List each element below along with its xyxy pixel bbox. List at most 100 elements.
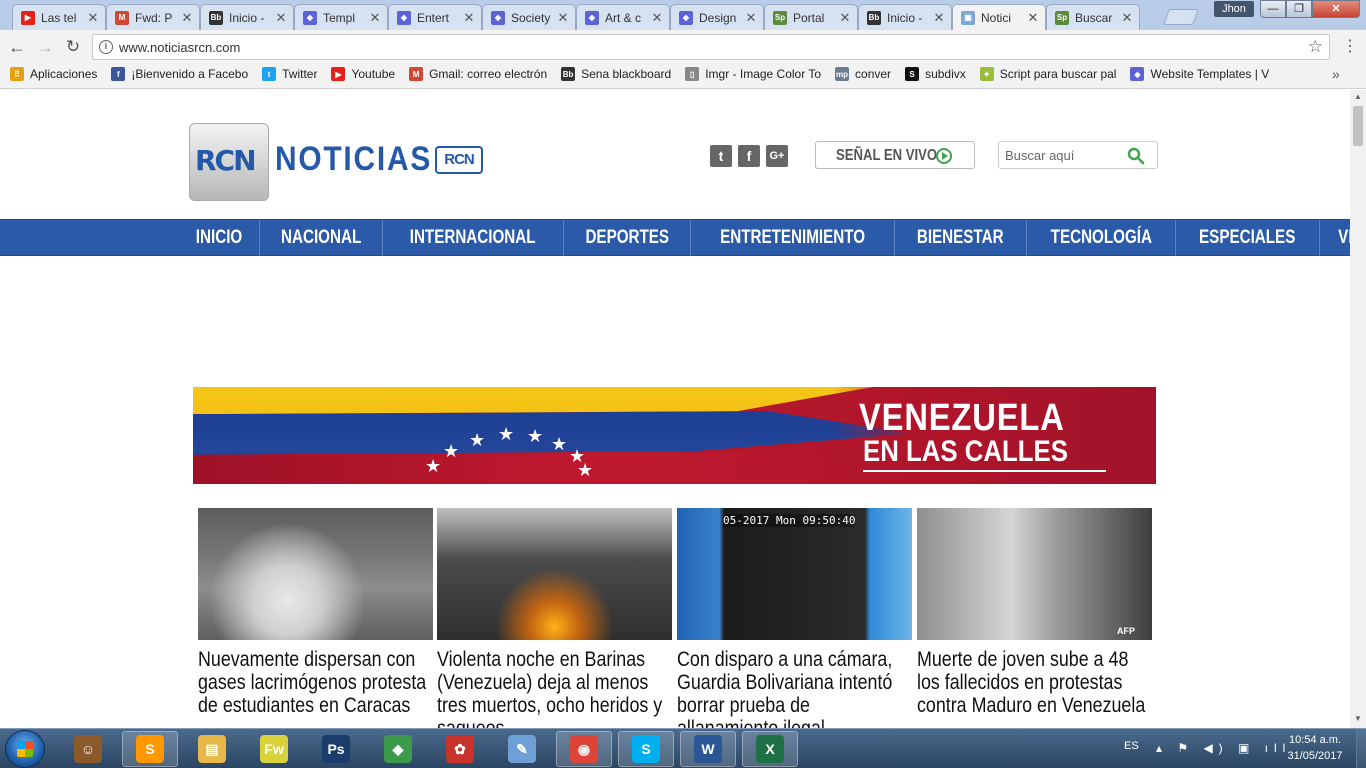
maximize-button[interactable]: ❐ — [1286, 0, 1312, 18]
taskbar-word[interactable]: W — [680, 731, 736, 767]
browser-tab[interactable]: Bb Inicio - ✕ — [200, 4, 294, 30]
nav-item-nacional[interactable]: NACIONAL — [260, 220, 384, 256]
close-tab-icon[interactable]: ✕ — [87, 10, 99, 26]
tray-icons[interactable]: ▴ ⚑ ◀) ▣ ıll — [1156, 741, 1291, 755]
close-tab-icon[interactable]: ✕ — [651, 10, 663, 26]
taskbar-file-explorer[interactable]: ▤ — [184, 731, 240, 767]
address-bar[interactable]: i www.noticiasrcn.com ☆ — [92, 34, 1330, 60]
news-title[interactable]: Muerte de joven sube a 48 los fallecidos… — [917, 648, 1155, 717]
google-plus-icon[interactable]: G+ — [766, 145, 788, 167]
new-tab-button[interactable] — [1163, 9, 1199, 25]
browser-tab[interactable]: ▣ Notici ✕ — [952, 4, 1046, 30]
news-image[interactable]: 05-2017 Mon 09:50:40 — [677, 508, 912, 640]
nav-item-deportes[interactable]: DEPORTES — [564, 220, 692, 256]
bookmark-star-icon[interactable]: ☆ — [1308, 37, 1323, 57]
news-title[interactable]: Nuevamente dispersan con gases lacrimóge… — [198, 648, 436, 717]
more-bookmarks-button[interactable]: » — [1332, 66, 1340, 82]
news-image[interactable] — [437, 508, 672, 640]
taskbar-photoshop[interactable]: Ps — [308, 731, 364, 767]
news-image[interactable]: AFP — [917, 508, 1152, 640]
news-title[interactable]: Con disparo a una cámara, Guardia Boliva… — [677, 648, 915, 728]
url-text[interactable]: www.noticiasrcn.com — [119, 40, 240, 55]
show-desktop-button[interactable] — [1356, 729, 1366, 768]
close-window-button[interactable]: ✕ — [1312, 0, 1360, 18]
bookmark-item[interactable]: f ¡Bienvenido a Facebo — [111, 67, 248, 81]
browser-tab[interactable]: M Fwd: P ✕ — [106, 4, 200, 30]
taskbar-chrome[interactable]: ◉ — [556, 731, 612, 767]
news-card[interactable]: AFP Muerte de joven sube a 48 los fallec… — [917, 508, 1152, 717]
browser-tab[interactable]: ▶ Las tel ✕ — [12, 4, 106, 30]
forward-button[interactable]: → — [34, 36, 56, 58]
nav-item-entretenimiento[interactable]: ENTRETENIMIENTO — [691, 220, 896, 256]
page-scrollbar[interactable]: ▲ ▼ — [1350, 90, 1366, 728]
nav-item-especiales[interactable]: ESPECIALES — [1176, 220, 1320, 256]
clock-time[interactable]: 10:54 a.m. — [1280, 734, 1350, 746]
taskbar-user-avatar[interactable]: ☺ — [60, 731, 116, 767]
twitter-icon[interactable]: t — [710, 145, 732, 167]
search-icon[interactable] — [1127, 147, 1145, 165]
profile-button[interactable]: Jhon — [1214, 1, 1254, 17]
live-signal-button[interactable]: SEÑAL EN VIVO — [815, 141, 975, 169]
browser-tab[interactable]: ◈ Design ✕ — [670, 4, 764, 30]
taskbar-app-launcher[interactable]: ◆ — [370, 731, 426, 767]
info-icon[interactable]: i — [99, 40, 113, 54]
browser-tab[interactable]: ◈ Art & c ✕ — [576, 4, 670, 30]
bookmark-item[interactable]: ✦ Script para buscar pal — [979, 67, 1116, 81]
bookmark-item[interactable]: t Twitter — [262, 67, 317, 81]
nav-item-videos[interactable]: VIDEOS — [1320, 220, 1350, 256]
scroll-thumb[interactable] — [1353, 106, 1363, 146]
nav-item-bienestar[interactable]: BIENESTAR — [895, 220, 1027, 256]
close-tab-icon[interactable]: ✕ — [463, 10, 475, 26]
news-title[interactable]: Violenta noche en Barinas (Venezuela) de… — [437, 648, 675, 728]
taskbar-skype[interactable]: S — [618, 731, 674, 767]
taskbar-popcorn-time[interactable]: ✿ — [432, 731, 488, 767]
bookmark-item[interactable]: ⠿ Aplicaciones — [10, 67, 97, 81]
browser-tab[interactable]: Bb Inicio - ✕ — [858, 4, 952, 30]
bookmark-item[interactable]: ▶ Youtube — [331, 67, 395, 81]
bookmark-item[interactable]: M Gmail: correo electrón — [409, 67, 547, 81]
browser-tab[interactable]: ◈ Society ✕ — [482, 4, 576, 30]
taskbar-fireworks[interactable]: Fw — [246, 731, 302, 767]
browser-tab[interactable]: ◈ Entert ✕ — [388, 4, 482, 30]
browser-tab[interactable]: Sp Buscar ✕ — [1046, 4, 1140, 30]
browser-menu-button[interactable]: ⋮ — [1342, 38, 1358, 56]
search-input[interactable] — [1005, 146, 1123, 164]
close-tab-icon[interactable]: ✕ — [181, 10, 193, 26]
site-name[interactable]: NOTICIAS — [275, 140, 432, 179]
news-image[interactable] — [198, 508, 433, 640]
close-tab-icon[interactable]: ✕ — [369, 10, 381, 26]
close-tab-icon[interactable]: ✕ — [745, 10, 757, 26]
bookmark-item[interactable]: ◈ Website Templates | V — [1130, 67, 1269, 81]
reload-button[interactable]: ↻ — [62, 36, 84, 58]
clock-date[interactable]: 31/05/2017 — [1280, 750, 1350, 762]
facebook-icon[interactable]: f — [738, 145, 760, 167]
news-card[interactable]: Nuevamente dispersan con gases lacrimóge… — [198, 508, 433, 717]
browser-tab[interactable]: ◈ Templ ✕ — [294, 4, 388, 30]
bookmark-item[interactable]: mp conver — [835, 67, 891, 81]
nav-item-inicio[interactable]: INICIO — [179, 220, 261, 256]
taskbar-excel[interactable]: X — [742, 731, 798, 767]
scroll-down-icon[interactable]: ▼ — [1350, 714, 1366, 723]
taskbar-sublime-text[interactable]: S — [122, 731, 178, 767]
venezuela-banner[interactable]: ★ ★ ★ ★ ★ ★ ★ ★ VENEZUELA EN LAS CALLES — [193, 387, 1156, 484]
language-indicator[interactable]: ES — [1124, 740, 1139, 752]
close-tab-icon[interactable]: ✕ — [839, 10, 851, 26]
close-tab-icon[interactable]: ✕ — [557, 10, 569, 26]
news-card[interactable]: Violenta noche en Barinas (Venezuela) de… — [437, 508, 672, 728]
bookmark-item[interactable]: ▯ Imgr - Image Color To — [685, 67, 821, 81]
close-tab-icon[interactable]: ✕ — [933, 10, 945, 26]
back-button[interactable]: ← — [6, 36, 28, 58]
close-tab-icon[interactable]: ✕ — [275, 10, 287, 26]
nav-item-internacional[interactable]: INTERNACIONAL — [383, 220, 564, 256]
start-button[interactable] — [6, 731, 44, 767]
minimize-button[interactable]: — — [1260, 0, 1286, 18]
bookmark-item[interactable]: Ssubdivx — [905, 67, 966, 81]
news-card[interactable]: 05-2017 Mon 09:50:40 Con disparo a una c… — [677, 508, 912, 728]
site-logo[interactable]: RCN — [189, 123, 269, 201]
close-tab-icon[interactable]: ✕ — [1027, 10, 1039, 26]
scroll-up-icon[interactable]: ▲ — [1350, 92, 1366, 101]
browser-tab[interactable]: Sp Portal ✕ — [764, 4, 858, 30]
bookmark-item[interactable]: Bb Sena blackboard — [561, 67, 671, 81]
close-tab-icon[interactable]: ✕ — [1121, 10, 1133, 26]
nav-item-tecnologia[interactable]: TECNOLOGÍA — [1027, 220, 1177, 256]
